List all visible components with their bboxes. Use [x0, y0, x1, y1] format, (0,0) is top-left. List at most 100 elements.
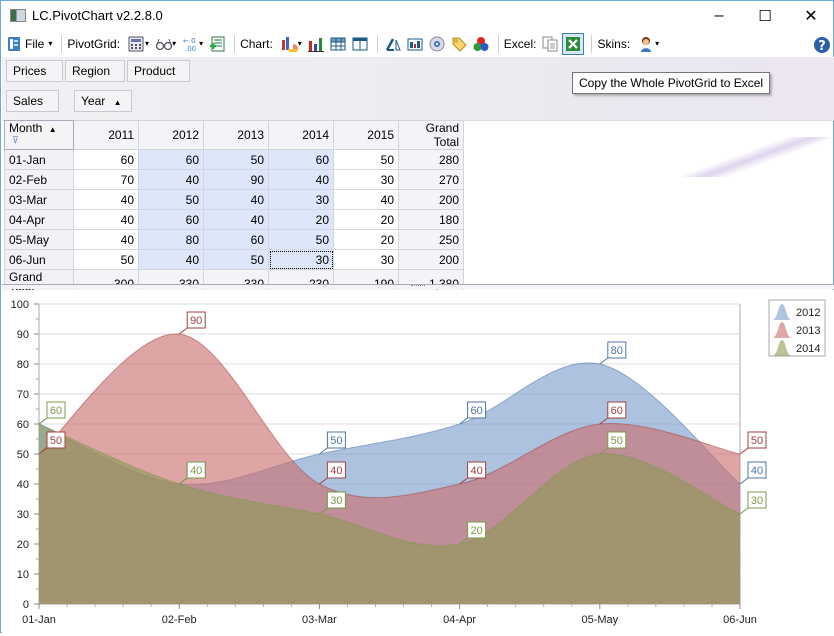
- chevron-down-icon: ▾: [199, 39, 204, 48]
- value-cell[interactable]: 20: [333, 209, 399, 230]
- close-button[interactable]: ✕: [788, 1, 834, 31]
- value-cell[interactable]: 40: [73, 209, 139, 230]
- help-button[interactable]: ?: [811, 33, 831, 55]
- add-field-button[interactable]: [207, 33, 227, 55]
- row-header[interactable]: 03-Mar: [4, 189, 74, 210]
- disc-button[interactable]: [427, 33, 447, 55]
- grid-layout-button[interactable]: ▾: [126, 33, 151, 55]
- data-label: 60: [50, 405, 62, 417]
- table-row: 02-Feb 70 40 90 40 30 270: [4, 169, 464, 190]
- grand-total-cell[interactable]: 250: [398, 229, 464, 250]
- grand-total-cell[interactable]: 180: [398, 209, 464, 230]
- data-label: 60: [611, 405, 623, 417]
- row-header[interactable]: 06-Jun: [4, 249, 74, 270]
- value-cell[interactable]: 40: [73, 189, 139, 210]
- copy-to-excel-button[interactable]: [540, 33, 560, 55]
- value-cell[interactable]: 60: [268, 149, 334, 170]
- column-header[interactable]: 2015: [333, 120, 399, 150]
- decimal-format-button[interactable]: ←.0.00 ▾: [180, 33, 205, 55]
- value-cell[interactable]: 40: [333, 189, 399, 210]
- value-cell[interactable]: 40: [138, 169, 204, 190]
- value-cell[interactable]: 30: [268, 249, 334, 270]
- value-cell[interactable]: 60: [73, 149, 139, 170]
- value-cell[interactable]: 80: [138, 229, 204, 250]
- chart-window-icon: [407, 36, 423, 52]
- value-cell[interactable]: 50: [268, 229, 334, 250]
- value-cell[interactable]: 30: [333, 249, 399, 270]
- grand-total-cell[interactable]: 200: [398, 189, 464, 210]
- minimize-button[interactable]: –: [696, 1, 742, 31]
- grand-total-cell[interactable]: 280: [398, 149, 464, 170]
- table-view-button[interactable]: [328, 33, 348, 55]
- filter-field-product[interactable]: Product: [127, 60, 190, 82]
- value-cell[interactable]: 20: [333, 229, 399, 250]
- x-tick-label: 02-Feb: [162, 614, 197, 626]
- data-label: 40: [330, 465, 342, 477]
- value-cell[interactable]: 60: [138, 149, 204, 170]
- column-header[interactable]: 2014: [268, 120, 334, 150]
- excel-icon: [565, 36, 581, 52]
- tag-icon: [451, 36, 467, 52]
- file-label: File: [25, 36, 45, 51]
- label-button[interactable]: [449, 33, 469, 55]
- value-cell[interactable]: 90: [203, 169, 269, 190]
- title-bar: LC.PivotChart v2.2.8.0 – ☐ ✕: [1, 1, 833, 31]
- row-field-month[interactable]: Month ▲ ⊽: [4, 120, 74, 150]
- colors-button[interactable]: [471, 33, 491, 55]
- value-cell[interactable]: 70: [73, 169, 139, 190]
- view-button[interactable]: ▾: [153, 33, 178, 55]
- data-label: 50: [611, 435, 623, 447]
- row-header[interactable]: 02-Feb: [4, 169, 74, 190]
- value-cell[interactable]: 60: [138, 209, 204, 230]
- rotate-chart-button[interactable]: [383, 33, 403, 55]
- column-header-grand-total[interactable]: Grand Total: [398, 120, 464, 150]
- filter-field-prices[interactable]: Prices: [6, 60, 63, 82]
- split-view-button[interactable]: [350, 33, 370, 55]
- bar-chart-button[interactable]: [306, 33, 326, 55]
- row-header[interactable]: 05-May: [4, 229, 74, 250]
- value-cell[interactable]: 30: [333, 169, 399, 190]
- y-tick-label: 0: [23, 599, 29, 611]
- value-cell[interactable]: 40: [203, 189, 269, 210]
- separator: [591, 34, 593, 53]
- copy-icon: [542, 36, 558, 52]
- value-cell[interactable]: 40: [73, 229, 139, 250]
- table-row: 01-Jan 60 60 50 60 50 280: [4, 149, 464, 170]
- chart-type-button[interactable]: ▾: [279, 33, 304, 55]
- legend-item[interactable]: 2012: [796, 307, 820, 319]
- table-row: 04-Apr 40 60 40 20 20 180: [4, 209, 464, 230]
- data-label: 50: [50, 435, 62, 447]
- file-menu[interactable]: File ▾: [4, 33, 54, 55]
- grand-total-cell[interactable]: 270: [398, 169, 464, 190]
- column-header[interactable]: 2012: [138, 120, 204, 150]
- value-cell[interactable]: 60: [203, 229, 269, 250]
- splitter-handle[interactable]: [2, 284, 834, 289]
- value-cell[interactable]: 50: [333, 149, 399, 170]
- color-palette-icon: [473, 36, 489, 52]
- value-cell[interactable]: 50: [203, 149, 269, 170]
- filter-field-region[interactable]: Region: [65, 60, 125, 82]
- value-cell[interactable]: 20: [268, 209, 334, 230]
- value-cell[interactable]: 50: [138, 189, 204, 210]
- column-header[interactable]: 2013: [203, 120, 269, 150]
- chart-panel: 60 40 50 60 80 40 50 90 40 40 60 50 60 40 30 20 50 30 0 10 2…: [2, 290, 834, 633]
- maximize-button[interactable]: ☐: [742, 1, 788, 31]
- filter-icon[interactable]: ⊽: [12, 135, 19, 145]
- value-cell[interactable]: 50: [73, 249, 139, 270]
- column-header[interactable]: 2011: [73, 120, 139, 150]
- chart-preview-button[interactable]: [405, 33, 425, 55]
- legend-item[interactable]: 2014: [796, 343, 820, 355]
- copy-whole-pivotgrid-to-excel-button[interactable]: [562, 32, 585, 55]
- value-cell[interactable]: 30: [268, 189, 334, 210]
- data-field-sales[interactable]: Sales: [6, 90, 59, 112]
- legend-item[interactable]: 2013: [796, 325, 820, 337]
- skins-button[interactable]: ▾: [636, 33, 661, 55]
- column-field-year[interactable]: Year ▲: [74, 90, 132, 112]
- row-header[interactable]: 01-Jan: [4, 149, 74, 170]
- value-cell[interactable]: 40: [268, 169, 334, 190]
- value-cell[interactable]: 50: [203, 249, 269, 270]
- grand-total-cell[interactable]: 200: [398, 249, 464, 270]
- value-cell[interactable]: 40: [138, 249, 204, 270]
- row-header[interactable]: 04-Apr: [4, 209, 74, 230]
- value-cell[interactable]: 40: [203, 209, 269, 230]
